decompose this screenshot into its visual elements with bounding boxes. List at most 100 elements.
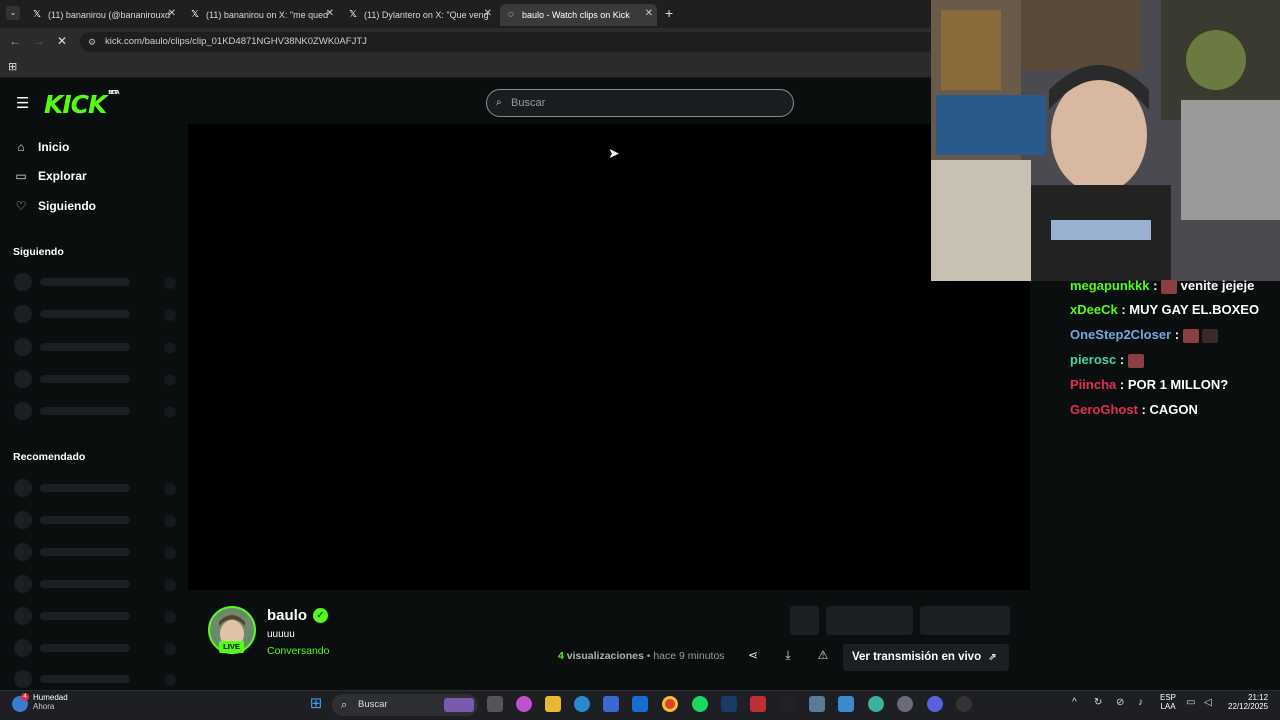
tab-1[interactable]: 𝕏 (11) bananirou (@bananirouxd ✕ — [26, 4, 180, 26]
external-link-icon: ⇗ — [988, 652, 997, 663]
edge-icon[interactable] — [574, 696, 590, 712]
views-label: visualizaciones — [566, 650, 644, 662]
heart-icon: ♡ — [15, 199, 27, 213]
close-icon[interactable]: ✕ — [326, 8, 334, 19]
new-tab-icon[interactable]: + — [665, 5, 673, 21]
sidebar-item-explorar[interactable]: ▭ Explorar — [14, 169, 86, 183]
url-text: kick.com/baulo/clips/clip_01KD4871NGHV38… — [105, 36, 367, 47]
logo-text: KICK — [44, 90, 107, 119]
watch-live-button[interactable]: Ver transmisión en vivo ⇗ — [843, 644, 1009, 671]
tab-title: (11) bananirou on X: "me qued — [206, 10, 329, 20]
chat-username: megapunkkk — [1070, 278, 1150, 293]
chat-username: GeroGhost — [1070, 402, 1138, 417]
skeleton-button — [790, 606, 819, 635]
search-highlight-icon — [444, 698, 474, 712]
tab-title: baulo - Watch clips on Kick — [522, 10, 630, 20]
emote-icon — [1161, 279, 1178, 294]
network-icon[interactable]: ▭ — [1186, 697, 1195, 708]
sidebar-item-siguiendo[interactable]: ♡ Siguiendo — [14, 199, 96, 213]
close-icon[interactable]: ✕ — [484, 8, 492, 19]
live-badge: LIVE — [219, 641, 244, 653]
chat-message: megapunkkk : venite jejeje — [1070, 278, 1255, 294]
tray-icon[interactable]: ⊘ — [1116, 697, 1124, 708]
report-warning-icon[interactable]: ⚠ — [815, 648, 831, 664]
system-clock[interactable]: 21:12 22/12/2025 — [1228, 693, 1268, 711]
url-field[interactable]: ⚙ kick.com/baulo/clips/clip_01KD4871NGHV… — [80, 32, 940, 52]
apps-grid-icon[interactable]: ⊞ — [8, 60, 17, 73]
emote-icon — [1202, 328, 1219, 343]
emote-icon — [1127, 353, 1144, 368]
volume-icon[interactable]: ◁ — [1204, 697, 1212, 708]
store-icon[interactable] — [603, 696, 619, 712]
tab-2[interactable]: 𝕏 (11) bananirou on X: "me qued ✕ — [184, 4, 338, 26]
skeleton-row — [14, 543, 176, 561]
skeleton-button — [920, 606, 1010, 635]
app-icon[interactable] — [750, 696, 766, 712]
tab-title: (11) bananirou (@bananirouxd — [48, 10, 171, 20]
views-count: 4 — [558, 650, 564, 662]
notification-badge: 4 — [21, 693, 29, 701]
channel-name[interactable]: baulo — [267, 607, 307, 624]
windows-start-icon[interactable]: ⊞ — [308, 696, 324, 712]
copilot-icon[interactable] — [516, 696, 532, 712]
hamburger-menu-icon[interactable]: ☰ — [16, 94, 29, 112]
taskbar-search[interactable]: ⌕ Buscar — [332, 694, 478, 716]
search-input[interactable]: ⌕ Buscar — [486, 89, 794, 117]
settings-icon[interactable] — [897, 696, 913, 712]
search-icon: ⌕ — [341, 699, 348, 711]
discord-icon[interactable] — [927, 696, 943, 712]
beta-badge: BETA — [108, 90, 119, 96]
weather-subtitle: Ahora — [33, 702, 55, 711]
steam-icon[interactable] — [721, 696, 737, 712]
category-link[interactable]: Conversando — [267, 645, 329, 657]
language-indicator[interactable]: ESP LAA — [1160, 693, 1176, 711]
task-view-icon[interactable] — [487, 696, 503, 712]
search-placeholder: Buscar — [511, 97, 546, 109]
x-logo-icon: 𝕏 — [190, 9, 200, 20]
app-icon[interactable] — [956, 696, 972, 712]
app-icon[interactable] — [780, 696, 796, 712]
back-icon[interactable]: ← — [9, 34, 21, 48]
loading-icon: ◌ — [508, 9, 514, 20]
app-icon[interactable] — [809, 696, 825, 712]
tab-title: (11) Dylantero on X: "Que veng — [364, 10, 489, 20]
sidebar-item-label: Inicio — [38, 140, 70, 154]
tab-4-active[interactable]: ◌ baulo - Watch clips on Kick ✕ — [500, 4, 657, 26]
forward-icon[interactable]: → — [33, 34, 45, 48]
skeleton-button — [826, 606, 913, 635]
clock-date: 22/12/2025 — [1228, 702, 1269, 711]
video-player[interactable] — [188, 124, 1030, 590]
sync-icon[interactable]: ↻ — [1094, 697, 1102, 708]
tab-3[interactable]: 𝕏 (11) Dylantero on X: "Que veng ✕ — [342, 4, 496, 26]
share-icon[interactable]: ⋖ — [745, 648, 761, 664]
chat-message: OneStep2Closer : — [1070, 327, 1219, 343]
site-info-icon[interactable]: ⚙ — [88, 32, 96, 52]
sidebar-item-inicio[interactable]: ⌂ Inicio — [14, 140, 69, 154]
stop-icon[interactable]: ✕ — [57, 34, 67, 48]
skeleton-row — [14, 607, 176, 625]
skeleton-row — [14, 639, 176, 657]
chat-text: POR 1 MILLON? — [1127, 377, 1229, 392]
weather-widget[interactable]: 4 Humedad Ahora — [12, 693, 68, 712]
chat-message: Piincha : POR 1 MILLON? — [1070, 377, 1229, 392]
download-icon[interactable]: ⤓ — [780, 648, 796, 664]
outlook-icon[interactable] — [632, 696, 648, 712]
kick-logo[interactable]: KICK BETA — [44, 90, 120, 119]
tab-search-chevron-icon[interactable]: ⌄ — [6, 6, 20, 20]
sidebar-item-label: Siguiendo — [38, 199, 96, 213]
chrome-icon[interactable] — [662, 696, 678, 712]
spotify-icon[interactable] — [692, 696, 708, 712]
close-icon[interactable]: ✕ — [168, 8, 176, 19]
clip-title: uuuuu — [267, 629, 295, 640]
close-icon[interactable]: ✕ — [645, 8, 653, 19]
microphone-icon[interactable]: ♪ — [1138, 697, 1143, 708]
time-ago: • hace 9 minutos — [646, 650, 725, 662]
chat-message: GeroGhost : CAGON — [1070, 402, 1198, 417]
home-icon: ⌂ — [17, 140, 25, 154]
emote-icon — [1182, 328, 1199, 343]
file-explorer-icon[interactable] — [545, 696, 561, 712]
app-icon[interactable] — [868, 696, 884, 712]
show-hidden-icons-icon[interactable]: ^ — [1072, 697, 1077, 708]
app-icon[interactable] — [838, 696, 854, 712]
sidebar: ⌂ Inicio ▭ Explorar ♡ Siguiendo Siguiend… — [0, 124, 188, 690]
